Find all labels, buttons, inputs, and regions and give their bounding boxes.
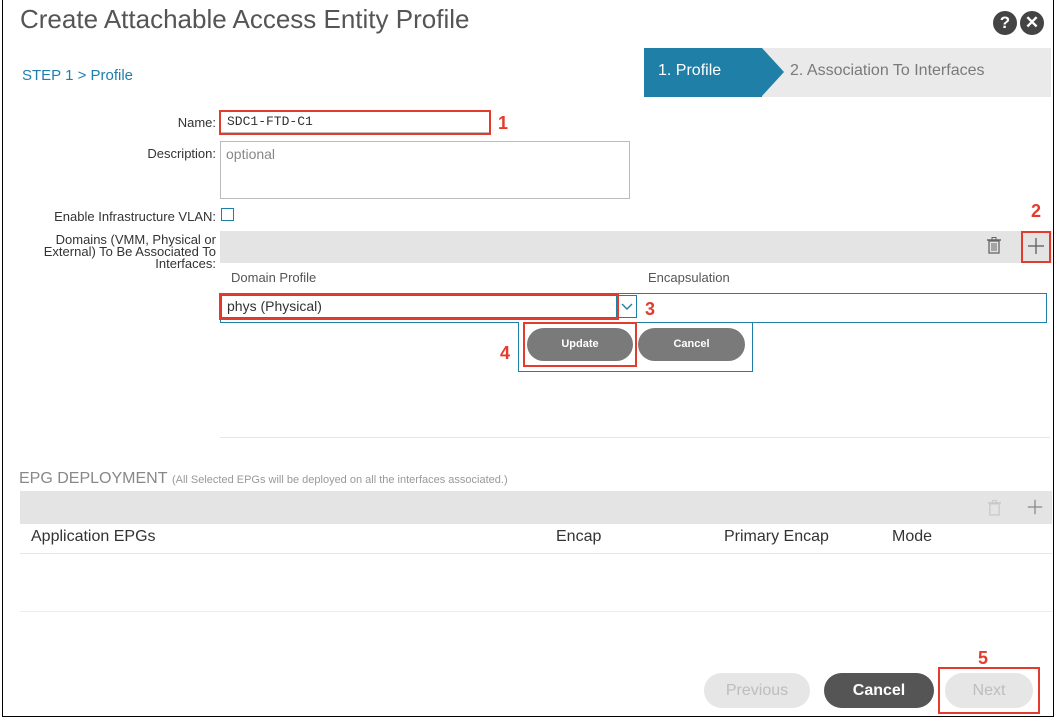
- domains-toolbar: [220, 231, 1052, 263]
- epg-subtitle: (All Selected EPGs will be deployed on a…: [171, 474, 508, 486]
- annotation-number-3: 3: [645, 299, 656, 319]
- epg-toolbar: [20, 491, 1052, 524]
- wizard-step-2-label: 2. Association To Interfaces: [790, 62, 985, 79]
- popover-border-bottom: [518, 371, 753, 372]
- wizard-step-2[interactable]: 2. Association To Interfaces: [762, 48, 1051, 97]
- row-border-bottom-left: [220, 322, 518, 323]
- cancel-button[interactable]: Cancel: [824, 673, 934, 708]
- annotation-number-4: 4: [500, 343, 511, 363]
- epg-header-divider: [20, 553, 1052, 554]
- annotation-box-4: [523, 322, 637, 367]
- help-icon[interactable]: ?: [993, 11, 1017, 35]
- popover-border-left: [518, 322, 519, 372]
- col-encapsulation: Encapsulation: [648, 270, 730, 285]
- infra-vlan-checkbox[interactable]: [221, 208, 234, 221]
- wizard-step-1-label: 1. Profile: [658, 62, 722, 79]
- name-input[interactable]: SDC1-FTD-C1: [227, 114, 313, 129]
- annotation-number-1: 1: [498, 113, 509, 133]
- description-input[interactable]: optional: [220, 141, 630, 199]
- previous-button[interactable]: Previous: [704, 673, 810, 708]
- popover-border-right: [752, 322, 753, 372]
- domains-label: Domains (VMM, Physical or External) To B…: [43, 232, 216, 271]
- col-domain-profile: Domain Profile: [231, 270, 317, 285]
- domain-cancel-button[interactable]: Cancel: [638, 328, 745, 361]
- close-icon[interactable]: ✕: [1020, 11, 1044, 35]
- dialog-title: Create Attachable Access Entity Profile: [20, 4, 470, 34]
- epg-plus-icon[interactable]: [1026, 498, 1044, 521]
- step-breadcrumb: STEP 1 > Profile: [22, 67, 134, 84]
- epg-trash-icon[interactable]: [988, 500, 1001, 521]
- annotation-number-5: 5: [978, 648, 989, 668]
- epg-section-header: EPG DEPLOYMENT (All Selected EPGs will b…: [19, 470, 508, 488]
- trash-icon[interactable]: [987, 237, 1001, 259]
- description-placeholder: optional: [226, 146, 276, 162]
- wizard-step-1[interactable]: 1. Profile: [644, 48, 784, 97]
- epg-footer-divider: [20, 611, 1052, 612]
- annotation-box-3: [219, 293, 619, 320]
- row-border-bottom: [636, 322, 1047, 323]
- name-label: Name:: [177, 115, 216, 130]
- infra-vlan-label: Enable Infrastructure VLAN:: [54, 209, 216, 224]
- chevron-down-icon[interactable]: [616, 296, 638, 318]
- annotation-number-2: 2: [1031, 201, 1042, 221]
- plus-icon[interactable]: [1026, 236, 1046, 261]
- row-border-right: [1046, 293, 1047, 323]
- col-encap: Encap: [556, 528, 602, 545]
- divider: [220, 437, 1050, 438]
- col-primary-encap: Primary Encap: [724, 528, 829, 545]
- col-mode: Mode: [892, 528, 933, 545]
- col-application-epgs: Application EPGs: [31, 528, 156, 545]
- description-label: Description:: [147, 146, 216, 161]
- annotation-box-5: [938, 667, 1040, 714]
- epg-title: EPG DEPLOYMENT: [19, 470, 168, 487]
